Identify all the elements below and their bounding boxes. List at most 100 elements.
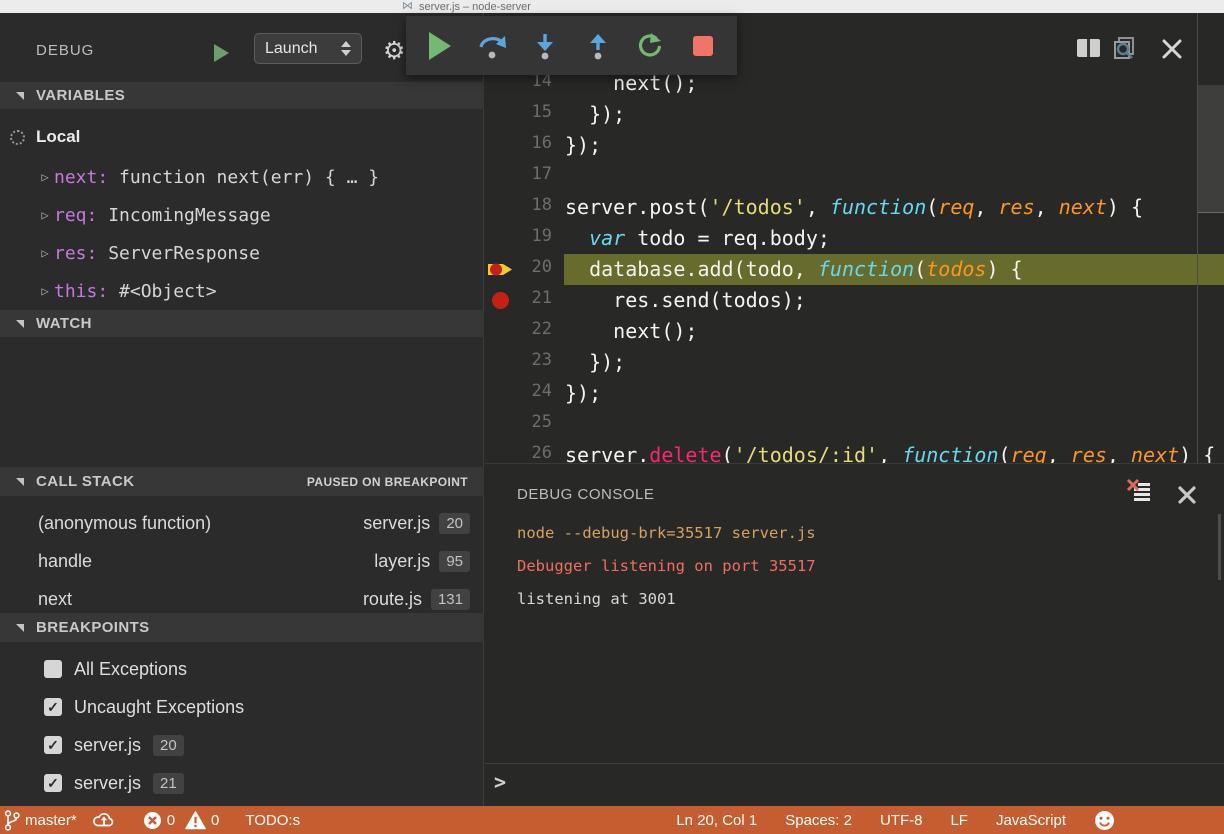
frame-line-badge: 20 bbox=[439, 513, 470, 534]
console-prompt: > bbox=[494, 770, 506, 794]
line-number: 17 bbox=[503, 164, 552, 184]
code-line[interactable]: 17 bbox=[485, 161, 1224, 192]
breakpoint-row[interactable]: ✓server.js20 bbox=[0, 726, 484, 764]
variable-value: ServerResponse bbox=[97, 243, 260, 264]
section-expanded-icon bbox=[16, 320, 24, 328]
callstack-frame-row[interactable]: handlelayer.js95 bbox=[0, 542, 484, 580]
variables-section-header[interactable]: VARIABLES bbox=[0, 82, 484, 109]
code-token: ( bbox=[999, 443, 1011, 463]
callstack-frame-row[interactable]: (anonymous function)server.js20 bbox=[0, 504, 484, 542]
play-icon bbox=[429, 32, 451, 60]
sync-item[interactable] bbox=[91, 810, 117, 830]
code-token: }); bbox=[565, 133, 601, 157]
indentation-item[interactable]: Spaces: 2 bbox=[785, 812, 852, 829]
editor-scrollbar-thumb[interactable] bbox=[1198, 85, 1224, 213]
code-line[interactable]: 19 var todo = req.body; bbox=[485, 223, 1224, 254]
code-token: , bbox=[806, 195, 830, 219]
code-line[interactable]: 24}); bbox=[485, 378, 1224, 409]
close-panel-icon[interactable] bbox=[1177, 485, 1197, 505]
code-line[interactable]: 16}); bbox=[485, 130, 1224, 161]
code-line[interactable]: 26server.delete('/todos/:id', function(r… bbox=[485, 440, 1224, 463]
code-line[interactable]: 21 res.send(todos); bbox=[485, 285, 1224, 316]
scope-label: Local bbox=[36, 127, 80, 147]
code-token: server. bbox=[565, 443, 649, 463]
todo-item[interactable]: TODO:s bbox=[245, 812, 300, 829]
variable-row[interactable]: ▷req: IncomingMessage bbox=[36, 196, 520, 234]
step-over-button[interactable] bbox=[476, 26, 510, 66]
git-branch-icon bbox=[4, 809, 20, 832]
eol-item[interactable]: LF bbox=[950, 812, 968, 829]
variable-row[interactable]: ▷next: function next(err) { … } bbox=[36, 158, 520, 196]
debug-config-select[interactable]: Launch bbox=[254, 33, 362, 64]
code-editor[interactable]: 14 next();15 });16});1718server.post('/t… bbox=[485, 13, 1224, 463]
open-preview-search-icon[interactable] bbox=[1111, 36, 1139, 62]
line-number: 18 bbox=[503, 195, 552, 215]
step-out-button[interactable] bbox=[581, 26, 615, 66]
breakpoint-label: Uncaught Exceptions bbox=[74, 697, 244, 718]
breakpoints-section-header[interactable]: BREAKPOINTS bbox=[0, 613, 484, 642]
breakpoint-row[interactable]: ✓ Uncaught Exceptions bbox=[0, 688, 484, 726]
feedback-smiley-icon[interactable] bbox=[1094, 810, 1115, 831]
breakpoint-checkbox[interactable] bbox=[44, 660, 62, 678]
code-token: next bbox=[1059, 195, 1107, 219]
debug-console-panel: DEBUG CONSOLE node --debug-brk=35517 ser… bbox=[485, 463, 1224, 806]
code-line[interactable]: 23 }); bbox=[485, 347, 1224, 378]
code-token: todos bbox=[926, 257, 986, 281]
code-text: }); bbox=[565, 347, 625, 378]
code-token: , bbox=[1047, 443, 1071, 463]
code-token: res bbox=[999, 195, 1035, 219]
vscode-file-icon: ⋈ bbox=[402, 1, 413, 12]
breakpoint-checkbox[interactable]: ✓ bbox=[44, 774, 62, 792]
code-line[interactable]: 20 database.add(todo, function(todos) { bbox=[485, 254, 1224, 285]
stop-button[interactable] bbox=[686, 26, 720, 66]
restart-button[interactable] bbox=[633, 26, 667, 66]
code-text: res.send(todos); bbox=[565, 285, 806, 316]
clear-console-icon[interactable] bbox=[1125, 478, 1153, 504]
breakpoint-row[interactable]: All Exceptions bbox=[0, 650, 484, 688]
variable-row[interactable]: ▷res: ServerResponse bbox=[36, 234, 520, 272]
start-debug-button[interactable] bbox=[214, 44, 229, 62]
errors-item[interactable]: 0 bbox=[143, 811, 175, 830]
variable-row[interactable]: ▷this: #<Object> bbox=[36, 272, 520, 310]
line-number: 20 bbox=[503, 257, 552, 277]
git-branch-item[interactable]: master* bbox=[4, 809, 77, 832]
code-line[interactable]: 25 bbox=[485, 409, 1224, 440]
step-into-button[interactable] bbox=[528, 26, 562, 66]
collapsed-twisty-icon: ▷ bbox=[36, 284, 54, 298]
watch-section-header[interactable]: WATCH bbox=[0, 310, 484, 337]
line-number: 25 bbox=[503, 412, 552, 432]
encoding-item[interactable]: UTF-8 bbox=[880, 812, 923, 829]
breakpoint-row[interactable]: ✓server.js21 bbox=[0, 764, 484, 802]
debug-actions-toolbar bbox=[406, 16, 737, 75]
callstack-section-header[interactable]: CALL STACK PAUSED ON BREAKPOINT bbox=[0, 467, 484, 496]
breakpoint-line-badge: 21 bbox=[153, 773, 184, 794]
error-icon bbox=[143, 811, 162, 830]
code-token: }); bbox=[565, 381, 601, 405]
warnings-item[interactable]: 0 bbox=[185, 811, 219, 830]
code-token: }); bbox=[565, 102, 625, 126]
breakpoint-line-badge: 20 bbox=[153, 735, 184, 756]
frame-file-name: route.js bbox=[363, 589, 422, 610]
code-token: function bbox=[902, 443, 998, 463]
language-mode-item[interactable]: JavaScript bbox=[996, 812, 1066, 829]
configure-gear-icon[interactable]: ⚙ bbox=[383, 36, 405, 66]
cursor-position-item[interactable]: Ln 20, Col 1 bbox=[676, 812, 757, 829]
console-output-line: listening at 3001 bbox=[517, 590, 676, 608]
breakpoint-checkbox[interactable]: ✓ bbox=[44, 736, 62, 754]
breakpoint-checkbox[interactable]: ✓ bbox=[44, 698, 62, 716]
continue-button[interactable] bbox=[423, 26, 457, 66]
line-number: 16 bbox=[503, 133, 552, 153]
code-line[interactable]: 22 next(); bbox=[485, 316, 1224, 347]
code-line[interactable]: 15 }); bbox=[485, 99, 1224, 130]
collapsed-twisty-icon: ▷ bbox=[36, 246, 54, 260]
panel-scrollbar-thumb[interactable] bbox=[1218, 514, 1221, 580]
split-editor-icon[interactable] bbox=[1077, 39, 1100, 57]
variables-scope-row[interactable]: Local bbox=[10, 118, 494, 156]
code-token: '/todos' bbox=[710, 195, 806, 219]
code-line[interactable]: 18server.post('/todos', function(req, re… bbox=[485, 192, 1224, 223]
close-editor-icon[interactable] bbox=[1161, 38, 1183, 60]
line-number: 26 bbox=[503, 443, 552, 463]
console-input-row[interactable]: > bbox=[485, 763, 1224, 807]
code-token: ( bbox=[722, 443, 734, 463]
select-arrows-icon bbox=[341, 41, 351, 56]
